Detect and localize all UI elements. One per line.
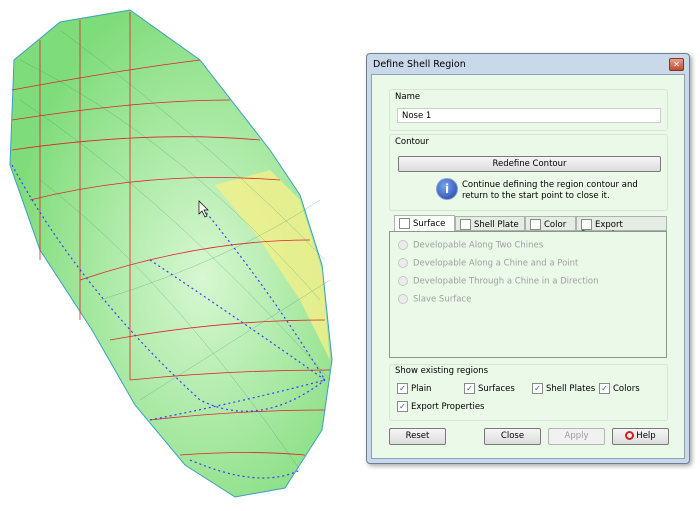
info-text: Continue defining the region contour and… bbox=[462, 180, 638, 202]
tab-label: Shell Plate bbox=[474, 220, 519, 230]
info-line-1: Continue defining the region contour and bbox=[462, 180, 638, 190]
color-checkbox[interactable] bbox=[530, 219, 541, 230]
export-properties-checkbox[interactable] bbox=[581, 219, 592, 230]
surface-checkbox[interactable] bbox=[399, 218, 410, 229]
shell-plate-checkbox[interactable] bbox=[460, 219, 471, 230]
export-properties-show-checkbox[interactable]: ✓ Export Properties bbox=[397, 401, 484, 412]
show-regions-label: Show existing regions bbox=[395, 366, 489, 376]
contour-label: Contour bbox=[395, 137, 429, 147]
name-group: Name Nose 1 bbox=[389, 89, 668, 131]
colors-checkbox[interactable]: ✓ Colors bbox=[599, 383, 640, 394]
close-button[interactable]: Close bbox=[484, 428, 541, 445]
show-regions-group: Show existing regions ✓ Plain ✓ Surfaces ✓… bbox=[389, 364, 668, 421]
dialog-body: Name Nose 1 Contour Redefine Contour i C… bbox=[371, 74, 685, 459]
contour-group: Contour Redefine Contour i Continue defi… bbox=[389, 134, 668, 211]
plain-checkbox[interactable]: ✓ Plain bbox=[397, 383, 431, 394]
name-label: Name bbox=[395, 92, 421, 102]
tab-surface[interactable]: Surface bbox=[394, 215, 455, 232]
3d-viewport[interactable] bbox=[0, 0, 360, 511]
info-icon: i bbox=[436, 178, 458, 200]
help-button[interactable]: Help bbox=[612, 428, 669, 445]
radio-chine-direction: Developable Through a Chine in a Directi… bbox=[398, 276, 599, 287]
tab-label: Surface bbox=[413, 219, 446, 229]
radio-two-chines: Developable Along Two Chines bbox=[398, 240, 543, 251]
tab-control: Surface Shell Plate Color Export Propert… bbox=[389, 215, 667, 359]
tab-label: Color bbox=[544, 220, 567, 230]
radio-slave-surface: Slave Surface bbox=[398, 294, 471, 305]
dialog-title: Define Shell Region bbox=[373, 59, 466, 70]
redefine-contour-button[interactable]: Redefine Contour bbox=[398, 156, 661, 172]
radio-chine-and-point: Developable Along a Chine and a Point bbox=[398, 258, 578, 269]
surface-tab-panel: Developable Along Two Chines Developable… bbox=[389, 231, 667, 358]
lifebuoy-icon bbox=[625, 431, 635, 440]
close-icon[interactable]: ✕ bbox=[669, 58, 684, 71]
tab-color[interactable]: Color bbox=[525, 216, 576, 231]
surfaces-checkbox[interactable]: ✓ Surfaces bbox=[464, 383, 515, 394]
reset-button[interactable]: Reset bbox=[389, 428, 446, 445]
info-line-2: return to the start point to close it. bbox=[462, 191, 610, 201]
help-label: Help bbox=[636, 431, 656, 441]
tab-export-properties[interactable]: Export Properties bbox=[576, 216, 667, 240]
apply-button[interactable]: Apply bbox=[548, 428, 605, 445]
define-shell-region-dialog: Define Shell Region ✕ Name Nose 1 Contou… bbox=[366, 53, 690, 464]
shell-plates-checkbox[interactable]: ✓ Shell Plates bbox=[532, 383, 595, 394]
name-input[interactable]: Nose 1 bbox=[397, 108, 661, 123]
tab-shell-plate[interactable]: Shell Plate bbox=[455, 216, 525, 231]
